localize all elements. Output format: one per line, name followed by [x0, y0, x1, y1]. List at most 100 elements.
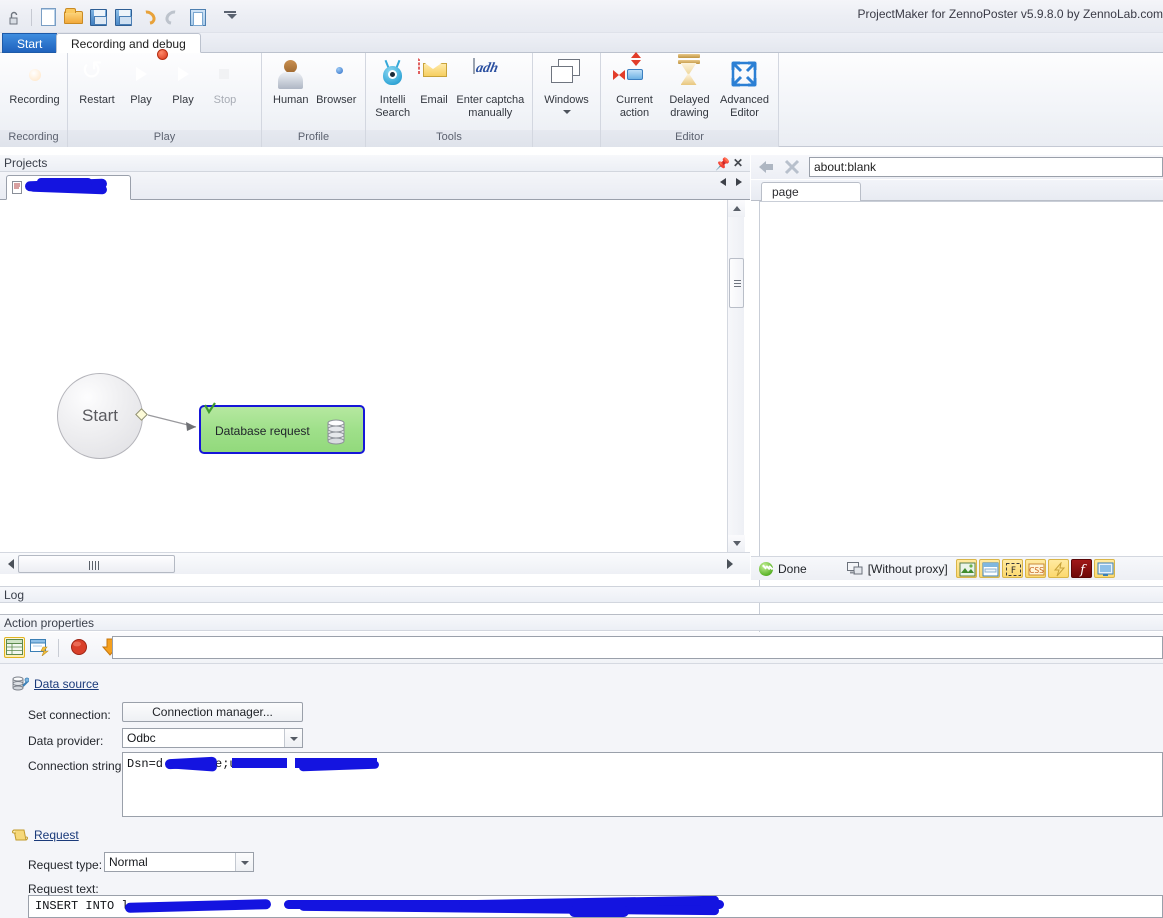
scroll-right-button[interactable]	[722, 553, 738, 574]
undo-icon[interactable]	[136, 5, 160, 29]
close-icon[interactable]: ✕	[731, 157, 744, 170]
ribbon-button-label: Play	[130, 94, 152, 106]
project-tabbar: ×	[0, 172, 750, 200]
ribbon-button-delayed-drawing[interactable]: Delayed drawing	[662, 54, 717, 120]
play-step-icon	[157, 49, 199, 91]
ribbon-group-play: Restart Play Play Stop Play	[68, 49, 262, 147]
ribbon-button-recording[interactable]: Recording	[8, 57, 61, 107]
browser-status: Done	[759, 561, 807, 576]
ribbon-button-advanced-editor[interactable]: Advanced Editor	[717, 57, 772, 120]
section-header-data-source[interactable]: Data source	[12, 676, 99, 692]
images-toolbar-icon[interactable]	[955, 559, 977, 578]
back-arrow-icon[interactable]	[757, 159, 775, 175]
ribbon-button-browser[interactable]: Browser	[314, 57, 360, 107]
breakpoint-button[interactable]	[69, 637, 90, 658]
chevron-down-icon[interactable]	[235, 853, 253, 871]
javascript-toolbar-icon[interactable]	[1047, 559, 1069, 578]
ribbon-button-current-action[interactable]: Current action	[607, 52, 662, 120]
toolbar-separator	[31, 8, 32, 26]
save-as-icon[interactable]	[111, 5, 135, 29]
captcha-icon: adh	[473, 58, 507, 91]
window-title: ProjectMaker for ZennoPoster v5.9.8.0 by…	[857, 7, 1163, 21]
forms-toolbar-icon[interactable]	[978, 559, 1000, 578]
lock-icon[interactable]	[2, 5, 26, 29]
project-icon[interactable]	[186, 5, 210, 29]
browser-tab-page[interactable]: page	[761, 182, 861, 202]
flash-toolbar-icon[interactable]: f	[1070, 559, 1092, 578]
connection-string-label: Connection string:	[28, 759, 125, 773]
data-provider-select[interactable]: Odbc	[122, 728, 303, 748]
ribbon-group-editor: Current action Delayed drawing Advanced …	[601, 52, 779, 147]
ribbon-button-label: Browser	[316, 94, 357, 106]
ribbon-group-label: Editor	[601, 130, 778, 147]
proxy-status[interactable]: [Without proxy]	[846, 561, 948, 576]
frames-toolbar-icon[interactable]: F	[1001, 559, 1023, 578]
action-search-input[interactable]	[112, 636, 1163, 659]
request-text-textarea[interactable]: INSERT INTO l)	[28, 895, 1163, 918]
code-view-button[interactable]	[29, 637, 50, 658]
set-connection-label: Set connection:	[28, 708, 111, 722]
data-provider-value: Odbc	[127, 731, 156, 745]
connection-string-textarea[interactable]: Dsn=de;uid=;pwd=	[122, 752, 1163, 817]
projects-panel-header: Projects 📌 ✕	[0, 155, 750, 172]
svg-text:f: f	[1079, 563, 1087, 577]
customize-toolbar-icon[interactable]	[219, 5, 243, 29]
scroll-left-button[interactable]	[2, 553, 18, 574]
ribbon-button-play-step[interactable]: Play	[157, 49, 204, 107]
hourglass-icon	[674, 54, 706, 91]
scroll-right-icon[interactable]	[736, 178, 742, 186]
scroll-down-button[interactable]	[728, 535, 745, 552]
properties-grid-button[interactable]	[4, 637, 25, 658]
log-panel-header[interactable]: Log	[0, 586, 1163, 603]
ribbon-button-intelli-search[interactable]: Intelli Search	[372, 57, 413, 120]
proxy-status-text: [Without proxy]	[867, 561, 948, 576]
flow-node-database-request[interactable]: Database request	[199, 402, 365, 454]
ribbon-button-enter-captcha-manually[interactable]: adh Enter captcha manually	[455, 57, 526, 120]
section-title: Request	[34, 828, 79, 842]
ribbon-button-restart[interactable]: Restart	[74, 57, 120, 107]
browser-toolbar: about:blank	[751, 155, 1163, 179]
scroll-left-icon[interactable]	[720, 178, 726, 186]
ribbon-button-human[interactable]: Human	[268, 57, 314, 107]
ribbon-button-email[interactable]: Email	[413, 57, 454, 107]
canvas-horizontal-scrollbar[interactable]	[0, 552, 750, 574]
connection-manager-button[interactable]: Connection manager...	[122, 702, 303, 722]
stop-x-icon[interactable]	[783, 159, 801, 175]
ribbon-button-play[interactable]: Play	[120, 57, 162, 107]
current-action-icon	[612, 52, 651, 91]
save-icon[interactable]	[86, 5, 110, 29]
redaction-overlay	[37, 178, 92, 186]
request-type-select[interactable]: Normal	[104, 852, 254, 872]
database-icon	[321, 416, 351, 446]
css-toolbar-icon[interactable]: CSS	[1024, 559, 1046, 578]
action-properties-header: Action properties	[0, 614, 1163, 631]
url-input[interactable]: about:blank	[809, 157, 1163, 177]
ribbon-button-label: Enter captcha manually	[456, 94, 525, 119]
canvas-vertical-scrollbar[interactable]	[727, 200, 745, 552]
ribbon-button-windows[interactable]: Windows	[539, 57, 594, 114]
display-toolbar-icon[interactable]	[1093, 559, 1115, 578]
project-tab[interactable]: ×	[6, 175, 131, 200]
play-icon	[125, 59, 157, 91]
ribbon-button-stop[interactable]: Stop	[204, 57, 246, 107]
section-header-request[interactable]: Request	[12, 827, 79, 843]
tab-start[interactable]: Start	[2, 33, 58, 53]
browser-status-text: Done	[778, 561, 807, 576]
tab-recording-and-debug[interactable]: Recording and debug	[56, 33, 201, 53]
chevron-down-icon[interactable]	[562, 110, 571, 114]
ribbon-button-label: Windows	[544, 94, 589, 106]
redaction-overlay	[569, 906, 629, 917]
project-tab-scroll-arrows	[720, 178, 742, 186]
redo-icon[interactable]	[161, 5, 185, 29]
record-icon	[19, 59, 51, 91]
action-properties-title: Action properties	[4, 616, 95, 630]
email-icon	[417, 58, 450, 91]
chevron-down-icon[interactable]	[284, 729, 302, 747]
pin-icon[interactable]: 📌	[712, 157, 730, 170]
horizontal-scroll-thumb[interactable]	[18, 555, 175, 573]
flow-node-start[interactable]: Start	[57, 373, 143, 459]
new-document-icon[interactable]	[36, 5, 60, 29]
vertical-scroll-thumb[interactable]	[729, 258, 744, 308]
scroll-up-button[interactable]	[728, 200, 745, 217]
open-folder-icon[interactable]	[61, 5, 85, 29]
